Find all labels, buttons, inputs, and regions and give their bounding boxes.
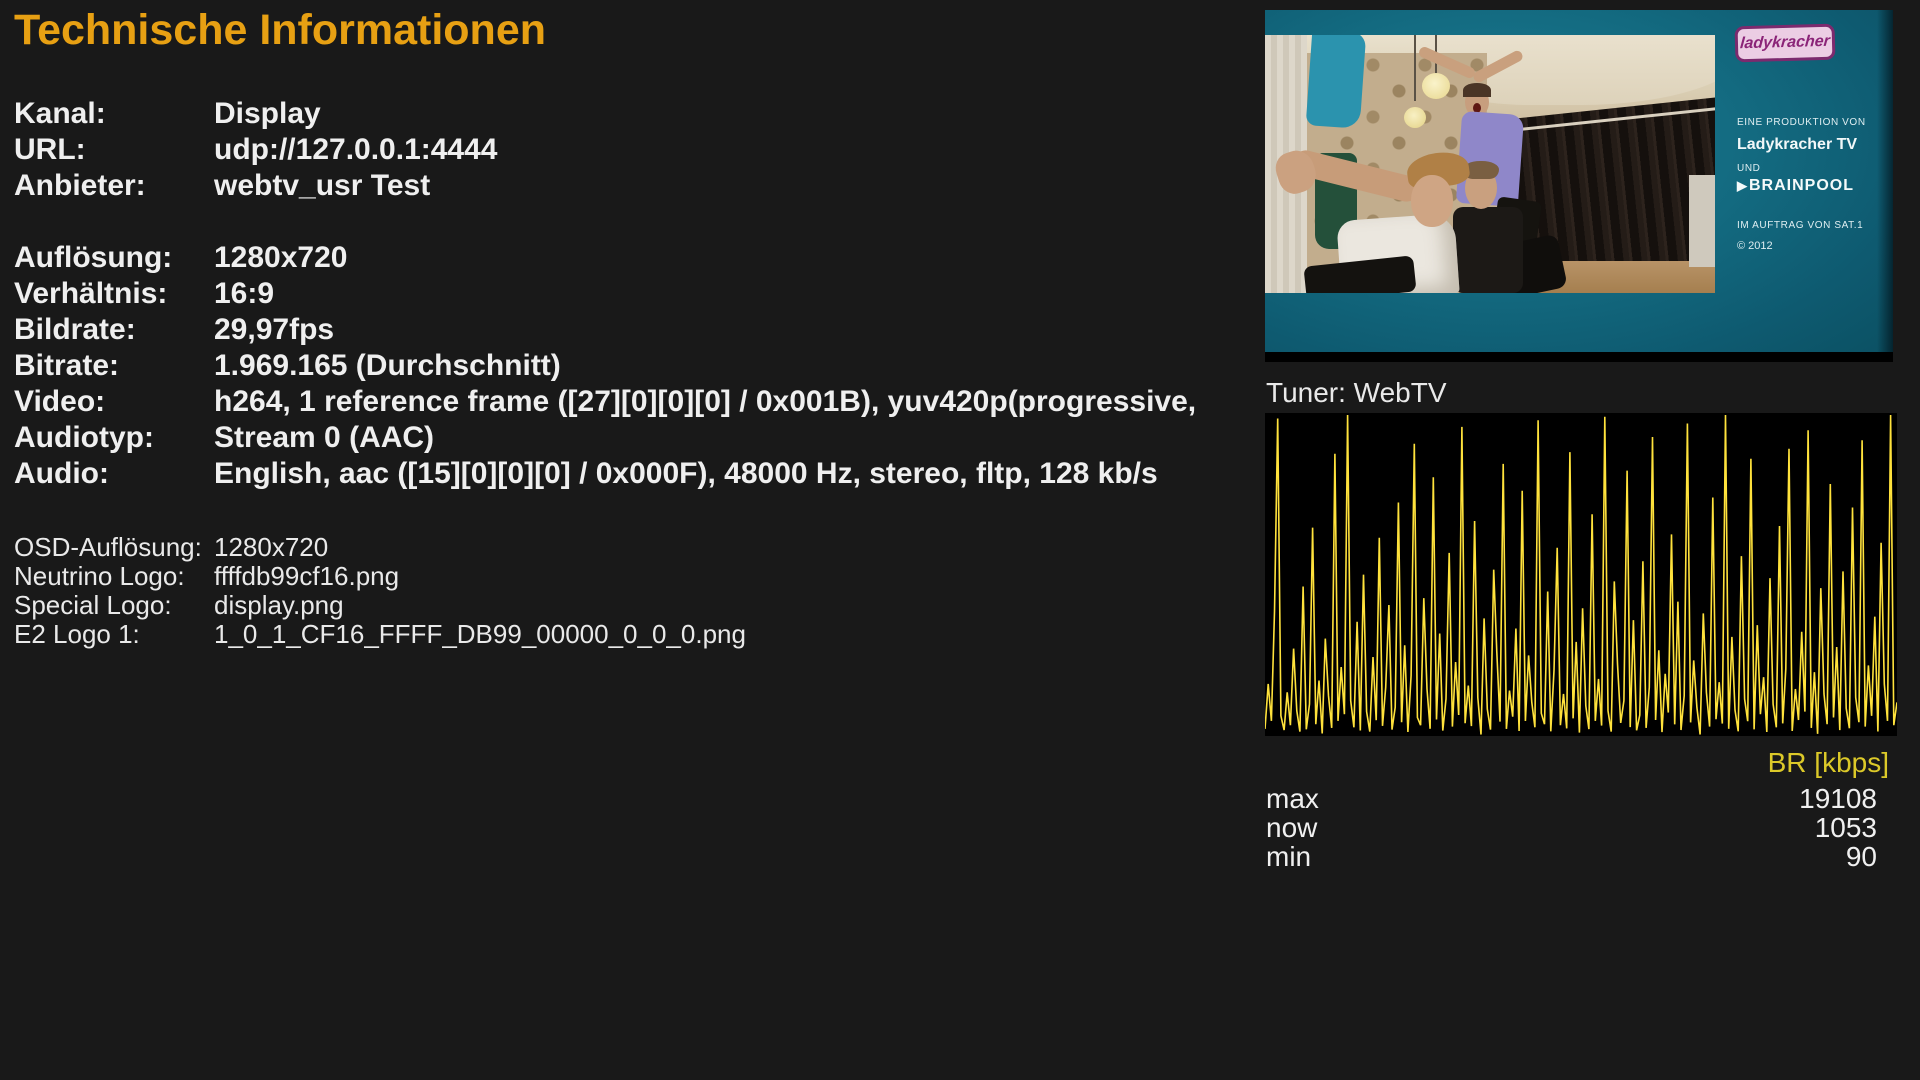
- info-value: udp://127.0.0.1:4444: [214, 133, 497, 166]
- info-value: 1280x720: [214, 533, 328, 562]
- video-scene: [1265, 35, 1715, 293]
- video-preview: ladykracher EINE PRODUKTION VON Ladykrac…: [1265, 10, 1893, 362]
- person-back-hair: [1463, 83, 1491, 97]
- bitrate-graph: [1265, 413, 1897, 736]
- info-row-bitrate: Bitrate:1.969.165 (Durchschnitt): [14, 349, 1254, 383]
- info-value: 1_0_1_CF16_FFFF_DB99_00000_0_0_0.png: [214, 620, 746, 649]
- stat-row-max: max 19108: [1266, 783, 1877, 815]
- pendant-lamp: [1404, 107, 1426, 128]
- thumb-bottom-bar: [1265, 352, 1893, 362]
- credit-line: UND: [1737, 163, 1760, 174]
- credit-ladykracher-tv: Ladykracher TV: [1737, 136, 1857, 154]
- credits-panel: ladykracher EINE PRODUKTION VON Ladykrac…: [1715, 10, 1879, 352]
- info-value: Display: [214, 97, 321, 130]
- info-value: Stream 0 (AAC): [214, 421, 434, 454]
- info-value: 29,97fps: [214, 313, 334, 346]
- person-front-face: [1411, 175, 1453, 227]
- info-label: E2 Logo 1:: [14, 620, 214, 649]
- stat-row-min: min 90: [1266, 841, 1877, 873]
- info-row-e2-logo: E2 Logo 1:1_0_1_CF16_FFFF_DB99_00000_0_0…: [14, 620, 1254, 649]
- info-row-anbieter: Anbieter:webtv_usr Test: [14, 169, 1254, 203]
- info-value: webtv_usr Test: [214, 169, 430, 202]
- lamp-cord: [1414, 35, 1416, 101]
- play-icon: ▶: [1737, 178, 1748, 193]
- scene-mirror: [1689, 175, 1715, 267]
- tech-info-screen: Technische Informationen Kanal:Display U…: [0, 0, 1920, 1080]
- info-label: URL:: [14, 133, 214, 167]
- info-row-audio: Audio:English, aac ([15][0][0][0] / 0x00…: [14, 457, 1254, 491]
- credit-line: EINE PRODUKTION VON: [1737, 117, 1866, 128]
- info-row-neutrino-logo: Neutrino Logo:ffffdb99cf16.png: [14, 562, 1254, 591]
- info-label: Auflösung:: [14, 241, 214, 275]
- info-value: 16:9: [214, 277, 274, 310]
- credit-copyright: © 2012: [1737, 240, 1773, 252]
- stat-value: 19108: [1799, 783, 1877, 815]
- info-label: OSD-Auflösung:: [14, 533, 214, 562]
- info-value: 1280x720: [214, 241, 347, 274]
- page-title: Technische Informationen: [14, 6, 546, 55]
- info-value: h264, 1 reference frame ([27][0][0][0] /…: [214, 385, 1196, 418]
- info-row-audiotyp: Audiotyp:Stream 0 (AAC): [14, 421, 1254, 455]
- brainpool-label: BRAINPOOL: [1749, 177, 1854, 194]
- info-row-kanal: Kanal:Display: [14, 97, 1254, 131]
- person-mid-body: [1453, 207, 1523, 293]
- thumb-edge-shade: [1877, 10, 1893, 362]
- info-label: Verhältnis:: [14, 277, 214, 311]
- info-row-aufloesung: Auflösung:1280x720: [14, 241, 1254, 275]
- info-value: 1.969.165 (Durchschnitt): [214, 349, 561, 382]
- stat-row-now: now 1053: [1266, 812, 1877, 844]
- info-value: English, aac ([15][0][0][0] / 0x000F), 4…: [214, 457, 1158, 490]
- info-label: Audio:: [14, 457, 214, 491]
- info-value: display.png: [214, 591, 344, 620]
- stat-value: 1053: [1815, 812, 1877, 844]
- bitrate-unit-label: BR [kbps]: [1265, 747, 1889, 779]
- info-row-url: URL:udp://127.0.0.1:4444: [14, 133, 1254, 167]
- info-label: Anbieter:: [14, 169, 214, 203]
- ladykracher-logo-text: ladykracher: [1739, 33, 1830, 53]
- info-row-verhaeltnis: Verhältnis:16:9: [14, 277, 1254, 311]
- credit-line: IM AUFTRAG VON SAT.1: [1737, 220, 1863, 231]
- stat-value: 90: [1846, 841, 1877, 873]
- info-label: Bildrate:: [14, 313, 214, 347]
- info-row-osd-aufloesung: OSD-Auflösung:1280x720: [14, 533, 1254, 562]
- info-label: Video:: [14, 385, 214, 419]
- stat-label: min: [1266, 841, 1311, 872]
- scene-hanging-shirt: [1306, 35, 1367, 129]
- info-label: Neutrino Logo:: [14, 562, 214, 591]
- stat-label: now: [1266, 812, 1317, 843]
- brainpool-logo: ▶BRAINPOOL: [1737, 177, 1854, 195]
- info-label: Kanal:: [14, 97, 214, 131]
- tuner-label: Tuner: WebTV: [1266, 377, 1447, 409]
- info-row-special-logo: Special Logo:display.png: [14, 591, 1254, 620]
- info-value: ffffdb99cf16.png: [214, 562, 399, 591]
- stat-label: max: [1266, 783, 1319, 814]
- pendant-lamp: [1422, 73, 1450, 99]
- info-label: Audiotyp:: [14, 421, 214, 455]
- info-row-bildrate: Bildrate:29,97fps: [14, 313, 1254, 347]
- info-row-video: Video:h264, 1 reference frame ([27][0][0…: [14, 385, 1254, 419]
- ladykracher-logo: ladykracher: [1735, 24, 1836, 63]
- info-label: Special Logo:: [14, 591, 214, 620]
- info-label: Bitrate:: [14, 349, 214, 383]
